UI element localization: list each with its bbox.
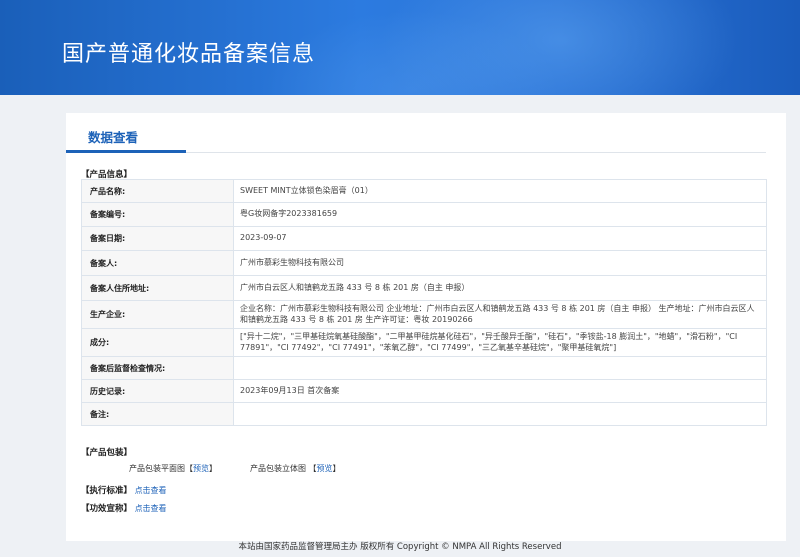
ingredients-value: ["异十二烷"，"三甲基硅烷氧基硅酸酯"，"二甲基甲硅烷基化硅石"，"异壬酸异壬… (233, 328, 767, 357)
content-panel: 数据查看 【产品信息】 产品名称: SWEET MINT立体锁色染眉膏（01） … (66, 113, 786, 541)
remarks-value (233, 402, 767, 426)
bracket: 【 (308, 464, 317, 473)
bracket: 】 (332, 464, 341, 473)
table-row: 历史记录: 2023年09月13日 首次备案 (81, 379, 767, 403)
header-banner: 国产普通化妆品备案信息 (0, 0, 800, 95)
registrant-address-value: 广州市白云区人和镇鹤龙五路 433 号 8 栋 201 房（自主 申报） (233, 275, 767, 301)
packaging-flat-label: 产品包装平面图 (129, 464, 185, 473)
row-label: 备案编号: (81, 202, 234, 227)
bracket: 】 (209, 464, 217, 473)
row-label: 备注: (81, 402, 234, 426)
record-number-value: 粤G妆网备字2023381659 (233, 202, 767, 227)
table-row: 备案日期: 2023-09-07 (81, 226, 767, 251)
packaging-solid-label: 产品包装立体图 (250, 464, 306, 473)
packaging-solid-item: 产品包装立体图 【预览】 (250, 463, 341, 474)
product-info-table: 产品名称: SWEET MINT立体锁色染眉膏（01） 备案编号: 粤G妆网备字… (81, 179, 767, 426)
tab-active-indicator (66, 150, 186, 153)
table-row: 成分: ["异十二烷"，"三甲基硅烷氧基硅酸酯"，"二甲基甲硅烷基化硅石"，"异… (81, 328, 767, 357)
efficacy-title: 【功效宣称】 (81, 504, 133, 514)
standard-view-link[interactable]: 点击查看 (135, 486, 167, 495)
row-label: 备案日期: (81, 226, 234, 251)
standard-item: 【执行标准】 点击查看 (81, 484, 167, 496)
page-title: 国产普通化妆品备案信息 (62, 42, 316, 67)
row-label: 成分: (81, 328, 234, 357)
packaging-solid-preview-link[interactable]: 预览 (317, 464, 333, 473)
standard-title: 【执行标准】 (81, 486, 133, 496)
manufacturer-value: 企业名称：广州市慕彩生物科技有限公司 企业地址：广州市白云区人和镇鹤龙五路 43… (233, 300, 767, 329)
history-value: 2023年09月13日 首次备案 (233, 379, 767, 403)
efficacy-view-link[interactable]: 点击查看 (135, 504, 167, 513)
table-row: 备案编号: 粤G妆网备字2023381659 (81, 202, 767, 227)
row-label: 备案人: (81, 250, 234, 276)
table-row: 备案人: 广州市慕彩生物科技有限公司 (81, 250, 767, 276)
bracket: 【 (185, 464, 193, 473)
table-row: 备案后监督检查情况: (81, 356, 767, 380)
tab-data-view[interactable]: 数据查看 (88, 127, 138, 146)
inspection-value (233, 356, 767, 380)
footer-copyright: 本站由国家药品监督管理局主办 版权所有 Copyright © NMPA All… (238, 542, 562, 552)
row-label: 产品名称: (81, 179, 234, 203)
registrant-value: 广州市慕彩生物科技有限公司 (233, 250, 767, 276)
packaging-flat-item: 产品包装平面图【预览】 (129, 463, 217, 474)
packaging-title: 【产品包装】 (81, 448, 133, 458)
table-row: 备注: (81, 402, 767, 426)
table-row: 生产企业: 企业名称：广州市慕彩生物科技有限公司 企业地址：广州市白云区人和镇鹤… (81, 300, 767, 329)
table-row: 备案人住所地址: 广州市白云区人和镇鹤龙五路 433 号 8 栋 201 房（自… (81, 275, 767, 301)
table-row: 产品名称: SWEET MINT立体锁色染眉膏（01） (81, 179, 767, 203)
record-date-value: 2023-09-07 (233, 226, 767, 251)
product-name-value: SWEET MINT立体锁色染眉膏（01） (233, 179, 767, 203)
row-label: 生产企业: (81, 300, 234, 329)
row-label: 备案后监督检查情况: (81, 356, 234, 380)
packaging-flat-preview-link[interactable]: 预览 (193, 464, 209, 473)
efficacy-item: 【功效宣称】 点击查看 (81, 502, 167, 514)
row-label: 历史记录: (81, 379, 234, 403)
row-label: 备案人住所地址: (81, 275, 234, 301)
